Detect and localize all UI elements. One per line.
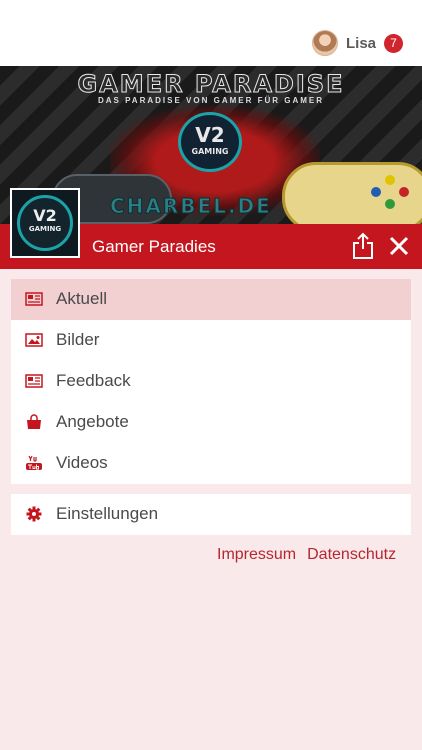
close-icon[interactable]	[388, 233, 410, 259]
footer-links: Impressum Datenschutz	[217, 546, 407, 564]
top-bar: Lisa 7	[0, 0, 422, 66]
menu-item-aktuell[interactable]: Aktuell	[11, 279, 411, 320]
menu-item-label: Einstellungen	[56, 504, 159, 523]
menu-item-label: Aktuell	[56, 289, 108, 308]
controller-image-right	[282, 162, 422, 224]
user-name[interactable]: Lisa	[346, 35, 376, 52]
menu-item-feedback[interactable]: Feedback	[11, 361, 411, 402]
banner-logo-text: V2	[195, 123, 225, 147]
image-icon	[25, 332, 43, 348]
newspaper-icon	[25, 291, 43, 307]
menu-item-label: Feedback	[56, 371, 131, 390]
youtube-icon	[25, 455, 43, 471]
menu-item-angebote[interactable]: Angebote	[11, 402, 411, 443]
share-icon[interactable]	[351, 232, 375, 260]
menu-item-label: Angebote	[56, 412, 129, 431]
user-avatar[interactable]	[312, 30, 338, 56]
shopping-bag-icon	[25, 414, 43, 430]
banner-title: GAMER PARADISE	[77, 70, 345, 99]
site-title: Gamer Paradies	[92, 237, 216, 256]
banner-website-text: CHARBEL.DE	[110, 194, 272, 219]
banner-logo: V2 GAMING	[178, 112, 242, 172]
profile-logo: V2 GAMING	[17, 195, 73, 251]
site-profile-image: V2 GAMING	[10, 188, 80, 258]
banner-logo-subtext: GAMING	[191, 147, 229, 156]
gear-icon	[25, 506, 43, 522]
profile-logo-text: V2	[33, 206, 57, 225]
banner-subtitle: DAS PARADISE VON GAMER FÜR GAMER	[97, 96, 325, 105]
profile-logo-subtext: GAMING	[28, 225, 62, 233]
menu-item-videos[interactable]: Videos	[11, 443, 411, 484]
datenschutz-link[interactable]: Datenschutz	[307, 546, 396, 563]
menu-item-bilder[interactable]: Bilder	[11, 320, 411, 361]
impressum-link[interactable]: Impressum	[217, 546, 296, 563]
navigation-menu: Aktuell Bilder Feedback Angebote Videos	[11, 279, 411, 484]
notification-badge[interactable]: 7	[384, 34, 403, 53]
menu-item-einstellungen[interactable]: Einstellungen	[11, 494, 411, 535]
menu-item-label: Bilder	[56, 330, 100, 349]
menu-item-label: Videos	[56, 453, 108, 472]
newspaper-icon	[25, 373, 43, 389]
